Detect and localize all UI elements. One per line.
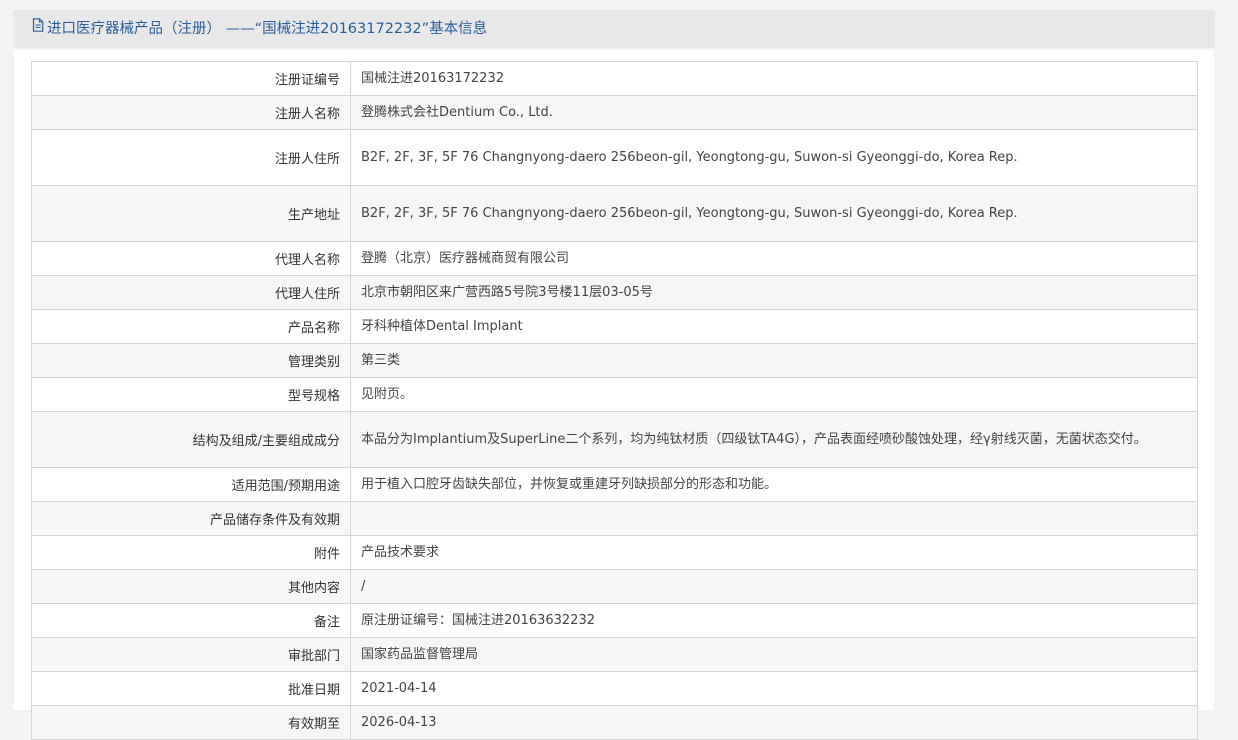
field-label: 有效期至 xyxy=(31,705,351,740)
field-label: 批准日期 xyxy=(31,671,351,706)
page-title: 进口医疗器械产品（注册） ——“国械注进20163172232”基本信息 xyxy=(32,10,487,48)
table-row: 适用范围/预期用途 用于植入口腔牙齿缺失部位，并恢复或重建牙列缺损部分的形态和功能… xyxy=(31,467,1198,502)
table-row: 管理类别 第三类 xyxy=(31,343,1198,378)
table-row: 生产地址 B2F, 2F, 3F, 5F 76 Changnyong-daero … xyxy=(31,185,1198,242)
field-label: 代理人名称 xyxy=(31,241,351,276)
field-label: 型号规格 xyxy=(31,377,351,412)
field-value: B2F, 2F, 3F, 5F 76 Changnyong-daero 256b… xyxy=(350,185,1198,242)
table-row: 代理人名称 登腾（北京）医疗器械商贸有限公司 xyxy=(31,241,1198,276)
field-value: 本品分为Implantium及SuperLine二个系列，均为纯钛材质（四级钛T… xyxy=(350,411,1198,468)
field-label: 审批部门 xyxy=(31,637,351,672)
table-row: 其他内容 / xyxy=(31,569,1198,604)
info-table: 注册证编号 国械注进20163172232 注册人名称 登腾株式会社Dentium C… xyxy=(31,61,1198,740)
field-value: 原注册证编号：国械注进20163632232 xyxy=(350,603,1198,638)
field-value: 2021-04-14 xyxy=(350,671,1198,706)
table-row: 批准日期 2021-04-14 xyxy=(31,671,1198,706)
title-text: 进口医疗器械产品（注册） ——“国械注进20163172232”基本信息 xyxy=(47,21,488,37)
field-value: 见附页。 xyxy=(350,377,1198,412)
field-label: 其他内容 xyxy=(31,569,351,604)
table-row: 注册证编号 国械注进20163172232 xyxy=(31,61,1198,96)
field-value xyxy=(350,501,1198,536)
field-label: 生产地址 xyxy=(31,185,351,242)
table-row: 附件 产品技术要求 xyxy=(31,535,1198,570)
field-value: B2F, 2F, 3F, 5F 76 Changnyong-daero 256b… xyxy=(350,129,1198,186)
table-row: 注册人住所 B2F, 2F, 3F, 5F 76 Changnyong-daero… xyxy=(31,129,1198,186)
table-row: 备注 原注册证编号：国械注进20163632232 xyxy=(31,603,1198,638)
field-label: 代理人住所 xyxy=(31,275,351,310)
field-label: 产品储存条件及有效期 xyxy=(31,501,351,536)
field-label: 结构及组成/主要组成成分 xyxy=(31,411,351,468)
table-row: 注册人名称 登腾株式会社Dentium Co., Ltd. xyxy=(31,95,1198,130)
table-row: 代理人住所 北京市朝阳区来广营西路5号院3号楼11层03-05号 xyxy=(31,275,1198,310)
field-value: 用于植入口腔牙齿缺失部位，并恢复或重建牙列缺损部分的形态和功能。 xyxy=(350,467,1198,502)
field-label: 适用范围/预期用途 xyxy=(31,467,351,502)
field-value: 国械注进20163172232 xyxy=(350,61,1198,96)
table-row: 审批部门 国家药品监督管理局 xyxy=(31,637,1198,672)
field-label: 注册人住所 xyxy=(31,129,351,186)
registration-info-panel: 进口医疗器械产品（注册） ——“国械注进20163172232”基本信息 注册证… xyxy=(14,10,1214,740)
field-value: 国家药品监督管理局 xyxy=(350,637,1198,672)
field-value: 北京市朝阳区来广营西路5号院3号楼11层03-05号 xyxy=(350,275,1198,310)
field-value: 产品技术要求 xyxy=(350,535,1198,570)
field-label: 管理类别 xyxy=(31,343,351,378)
document-icon xyxy=(32,9,44,47)
table-row: 型号规格 见附页。 xyxy=(31,377,1198,412)
field-value: 牙科种植体Dental Implant xyxy=(350,309,1198,344)
table-row: 结构及组成/主要组成成分 本品分为Implantium及SuperLine二个系列… xyxy=(31,411,1198,468)
field-value: 第三类 xyxy=(350,343,1198,378)
field-value: 2026-04-13 xyxy=(350,705,1198,740)
field-label: 附件 xyxy=(31,535,351,570)
field-label: 产品名称 xyxy=(31,309,351,344)
table-row: 产品储存条件及有效期 xyxy=(31,501,1198,536)
table-row: 有效期至 2026-04-13 xyxy=(31,705,1198,740)
field-value: / xyxy=(350,569,1198,604)
panel-header: 进口医疗器械产品（注册） ——“国械注进20163172232”基本信息 xyxy=(14,10,1214,48)
table-row: 产品名称 牙科种植体Dental Implant xyxy=(31,309,1198,344)
field-value: 登腾株式会社Dentium Co., Ltd. xyxy=(350,95,1198,130)
field-label: 备注 xyxy=(31,603,351,638)
field-label: 注册证编号 xyxy=(31,61,351,96)
field-label: 注册人名称 xyxy=(31,95,351,130)
field-value: 登腾（北京）医疗器械商贸有限公司 xyxy=(350,241,1198,276)
